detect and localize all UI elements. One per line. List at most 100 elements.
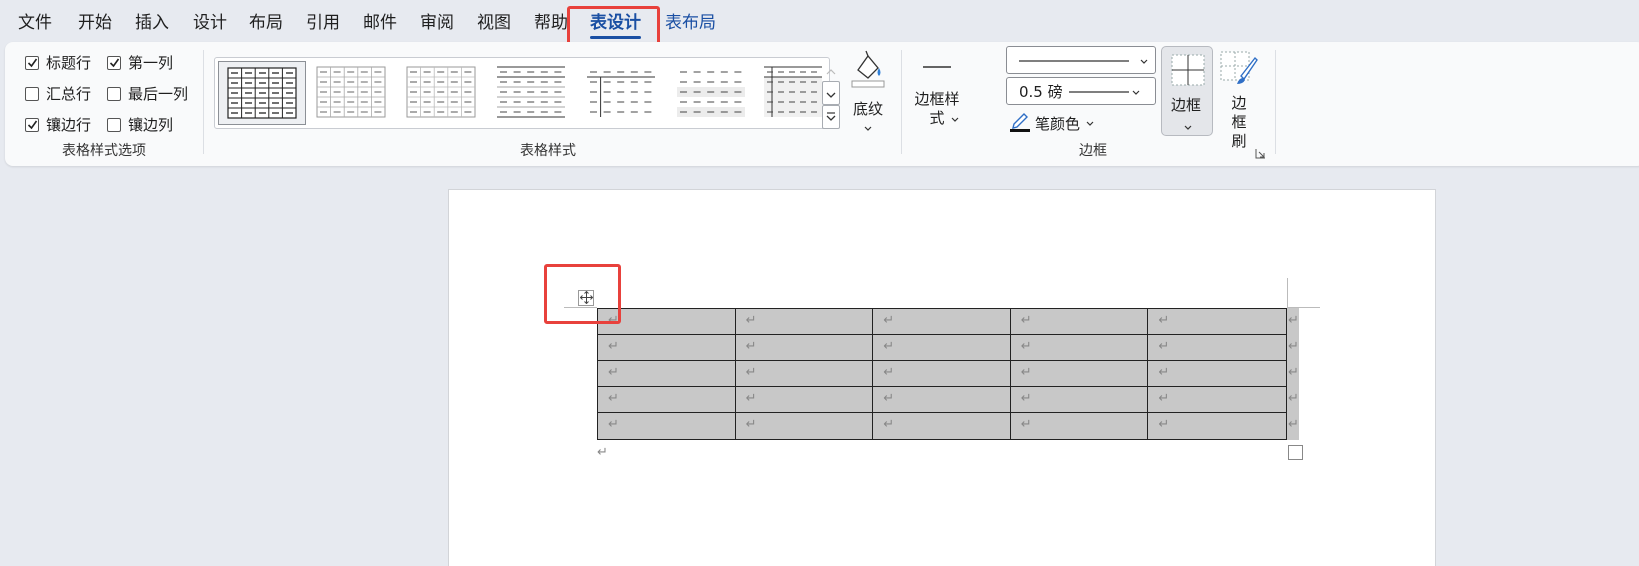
table-cell[interactable]: ↵ [1010,387,1149,413]
tab-table-layout[interactable]: 表布局 [665,12,716,34]
menu-view[interactable]: 视图 [477,12,511,34]
border-styles-button[interactable]: 边框样式 [910,54,964,128]
chevron-down-icon [1183,117,1193,136]
border-painter-icon [1219,48,1259,92]
table-cell[interactable]: ↵ [873,309,1011,335]
table-cell[interactable]: ↵ [598,335,736,361]
margin-guide [1287,278,1288,308]
checkbox-empty-icon [107,86,121,101]
gallery-scroll-up-button[interactable] [822,57,840,81]
table-cell[interactable]: ↵ [1010,309,1149,335]
borders-label: 边框 [1171,96,1202,114]
pen-weight-dropdown[interactable]: 0.5 磅 [1006,77,1156,105]
table-style-thumb-banded-columns[interactable] [758,61,828,125]
table-cell[interactable]: ↵ [1148,387,1286,413]
menu-bar: 文件 开始 插入 设计 布局 引用 邮件 审阅 视图 帮助 表设计 表布局 [0,0,1639,44]
menu-insert[interactable]: 插入 [135,12,169,34]
chevron-down-icon [1085,114,1095,132]
dialog-launcher-icon[interactable] [1255,144,1266,163]
table-cell[interactable]: ↵ [1148,335,1286,361]
cell-end-mark: ↵ [608,417,619,432]
cell-end-mark: ↵ [1020,417,1032,432]
checkbox-header-row[interactable]: 标题行 [25,52,91,73]
table-cell[interactable]: ↵ [735,335,874,361]
cell-end-mark: ↵ [608,391,619,406]
table-cell[interactable]: ↵ [873,335,1011,361]
check-icon [107,55,121,70]
menu-review[interactable]: 审阅 [420,12,454,34]
table-style-thumb-grid[interactable] [218,61,306,125]
gallery-scroll-down-button[interactable] [822,81,840,105]
cell-end-mark: ↵ [883,417,895,432]
menu-references[interactable]: 引用 [306,12,340,34]
shading-button[interactable]: 底纹 [843,48,893,137]
table-cell[interactable]: ↵ [736,413,874,439]
checkbox-total-row[interactable]: 汇总行 [25,83,91,104]
table-style-thumb-banded[interactable] [668,61,756,125]
table-cell[interactable]: ↵ [735,387,874,413]
table-resize-handle[interactable] [1288,445,1303,460]
menu-design[interactable]: 设计 [193,12,227,34]
menu-mailings[interactable]: 邮件 [363,12,397,34]
checkbox-label: 最后一列 [128,85,189,103]
cell-end-mark: ↵ [883,313,895,328]
gallery-more-button[interactable] [822,105,840,129]
borders-button[interactable]: 边框 [1161,46,1213,136]
row-end-mark: ↵ [1288,339,1299,354]
table-cell[interactable]: ↵ [873,387,1011,413]
table-cell[interactable]: ↵ [598,361,736,387]
table-style-thumb-horizontal[interactable] [488,61,576,125]
checkbox-banded-columns[interactable]: 镶边列 [107,114,173,135]
table-cell[interactable]: ↵ [598,413,736,439]
checkbox-banded-rows[interactable]: 镶边行 [25,114,91,135]
pen-color-button[interactable]: 笔颜色 [1010,110,1095,136]
table-cell[interactable]: ↵ [1010,361,1149,387]
table-cell[interactable]: ↵ [1148,361,1286,387]
chevron-up-icon [826,60,836,79]
checkbox-first-column[interactable]: 第一列 [107,52,173,73]
menu-file[interactable]: 文件 [18,12,52,34]
document-page[interactable]: ↵ ↵ ↵ ↵ ↵ ↵ ↵ ↵ ↵ ↵ ↵ ↵ ↵ ↵ ↵ ↵ ↵ ↵ ↵ ↵ ↵ ↵ ↵ ↵ ↵ ↵ ↵ ↵ ↵ ↵ ↵ [448,189,1436,566]
table-cell[interactable]: ↵ [735,361,874,387]
table-cell[interactable]: ↵ [873,361,1011,387]
cell-end-mark: ↵ [745,391,757,406]
table-cell[interactable]: ↵ [598,309,736,335]
pen-weight-value: 0.5 磅 [1019,82,1063,101]
paragraph-mark: ↵ [597,445,608,460]
cell-end-mark: ↵ [745,417,757,432]
group-label-table-style-options: 表格样式选项 [62,143,146,159]
table-cell[interactable]: ↵ [873,413,1011,439]
table-style-thumb-plain-grid[interactable] [398,61,486,125]
cell-end-mark: ↵ [1020,391,1032,406]
checkbox-last-column[interactable]: 最后一列 [107,83,188,104]
menu-home[interactable]: 开始 [78,12,112,34]
table-cell[interactable]: ↵ [735,309,874,335]
line-style-icon [919,54,955,80]
tab-table-design[interactable]: 表设计 [590,12,641,39]
cell-end-mark: ↵ [883,365,895,380]
line-style-dropdown[interactable] [1006,46,1156,74]
border-painter-button[interactable]: 边框刷 [1217,48,1261,151]
document-table[interactable]: ↵ ↵ ↵ ↵ ↵ ↵ ↵ ↵ ↵ ↵ ↵ ↵ ↵ ↵ ↵ ↵ ↵ ↵ ↵ ↵ ↵ ↵ ↵ ↵ ↵ [597,308,1287,440]
cell-end-mark: ↵ [1020,365,1032,380]
table-styles-gallery [214,57,830,129]
cell-end-mark: ↵ [1158,391,1170,406]
cell-end-mark: ↵ [745,313,757,328]
table-cell[interactable]: ↵ [1148,413,1286,439]
table-cell[interactable]: ↵ [1011,413,1149,439]
checkbox-label: 镶边行 [46,116,92,134]
table-style-thumb-first-col[interactable] [578,61,666,125]
checkbox-label: 第一列 [128,54,174,72]
cell-end-mark: ↵ [608,365,619,380]
table-cell[interactable]: ↵ [1010,335,1149,361]
table-move-handle[interactable] [578,290,594,306]
chevron-down-icon [950,110,960,128]
table-style-thumb-light-grid[interactable] [308,61,396,125]
cell-end-mark: ↵ [1158,417,1170,432]
chevron-down-icon [863,119,873,137]
row-end-mark: ↵ [1288,391,1299,406]
menu-layout[interactable]: 布局 [249,12,283,34]
table-cell[interactable]: ↵ [1148,309,1286,335]
menu-help[interactable]: 帮助 [534,12,568,34]
table-cell[interactable]: ↵ [598,387,736,413]
